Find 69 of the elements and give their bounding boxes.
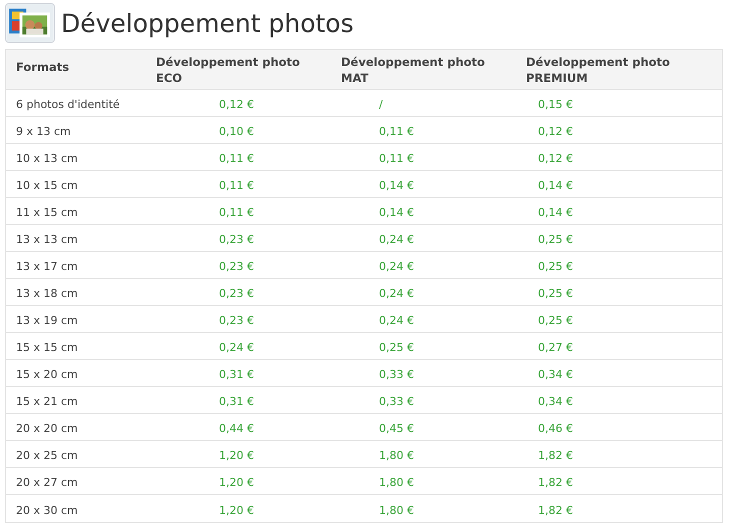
table-cell: 15 x 20 cm xyxy=(16,368,78,381)
table-cell: 20 x 20 cm xyxy=(16,422,78,435)
table-cell: 0,25 € xyxy=(538,233,573,246)
table-cell: 0,25 € xyxy=(538,260,573,273)
table-cell: 1,80 € xyxy=(379,449,414,462)
table-cell: 13 x 18 cm xyxy=(16,287,78,300)
table-cell: 15 x 15 cm xyxy=(16,341,78,354)
table-cell: 0,12 € xyxy=(219,98,254,111)
table-cell: 0,23 € xyxy=(219,233,254,246)
table-cell: 0,31 € xyxy=(219,395,254,408)
table-cell: / xyxy=(379,98,383,111)
page-title: Développement photos xyxy=(61,10,354,36)
table-cell: 1,82 € xyxy=(538,504,573,516)
table-cell: 0,15 € xyxy=(538,98,573,111)
table-cell: 0,46 € xyxy=(538,422,573,435)
table-cell: 20 x 30 cm xyxy=(16,504,78,516)
table-cell: 0,25 € xyxy=(379,341,414,354)
table-cell: 0,33 € xyxy=(379,395,414,408)
table-cell: 1,80 € xyxy=(379,504,414,516)
table-cell: 9 x 13 cm xyxy=(16,125,71,138)
table-cell: 1,82 € xyxy=(538,449,573,462)
table-cell: 1,80 € xyxy=(379,476,414,489)
table-cell: 0,23 € xyxy=(219,287,254,300)
table-cell: 0,44 € xyxy=(219,422,254,435)
column-header: Développement photo PREMIUM xyxy=(526,54,671,86)
table-cell: 1,20 € xyxy=(219,504,254,516)
table-cell: 0,12 € xyxy=(538,152,573,165)
table-cell: 0,34 € xyxy=(538,395,573,408)
table-cell: 0,24 € xyxy=(379,287,414,300)
column-header: Formats xyxy=(16,59,70,75)
table-cell: 13 x 17 cm xyxy=(16,260,78,273)
table-cell: 0,14 € xyxy=(538,206,573,219)
table-cell: 0,34 € xyxy=(538,368,573,381)
table-cell: 0,11 € xyxy=(219,179,254,192)
table-cell: 10 x 15 cm xyxy=(16,179,78,192)
table-cell: 11 x 15 cm xyxy=(16,206,78,219)
table-cell: 0,14 € xyxy=(538,179,573,192)
table-cell: 0,25 € xyxy=(538,287,573,300)
table-cell: 0,31 € xyxy=(219,368,254,381)
table-cell: 0,14 € xyxy=(379,179,414,192)
table-cell: 0,24 € xyxy=(379,233,414,246)
table-cell: 0,24 € xyxy=(379,314,414,327)
table-cell: 13 x 19 cm xyxy=(16,314,78,327)
table-cell: 20 x 25 cm xyxy=(16,449,78,462)
table-cell: 0,10 € xyxy=(219,125,254,138)
table-cell: 0,23 € xyxy=(219,314,254,327)
table-cell: 0,24 € xyxy=(219,341,254,354)
table-cell: 0,25 € xyxy=(538,314,573,327)
table-cell: 0,11 € xyxy=(219,152,254,165)
table-cell: 0,24 € xyxy=(379,260,414,273)
table-cell: 6 photos d'identité xyxy=(16,98,120,111)
table-cell: 0,23 € xyxy=(219,260,254,273)
table-cell: 1,20 € xyxy=(219,449,254,462)
table-cell: 0,14 € xyxy=(379,206,414,219)
table-cell: 0,45 € xyxy=(379,422,414,435)
table-cell: 0,27 € xyxy=(538,341,573,354)
column-header: Développement photo MAT xyxy=(341,54,486,86)
table-cell: 20 x 27 cm xyxy=(16,476,78,489)
table-cell: 15 x 21 cm xyxy=(16,395,78,408)
table-cell: 10 x 13 cm xyxy=(16,152,78,165)
table-cell: 0,11 € xyxy=(379,152,414,165)
table-cell: 1,82 € xyxy=(538,476,573,489)
table-cell: 1,20 € xyxy=(219,476,254,489)
column-header: Développement photo ECO xyxy=(156,54,301,86)
table-cell: 0,12 € xyxy=(538,125,573,138)
table-cell: 0,11 € xyxy=(379,125,414,138)
table-cell: 0,33 € xyxy=(379,368,414,381)
table-cell: 0,11 € xyxy=(219,206,254,219)
table-cell: 13 x 13 cm xyxy=(16,233,78,246)
